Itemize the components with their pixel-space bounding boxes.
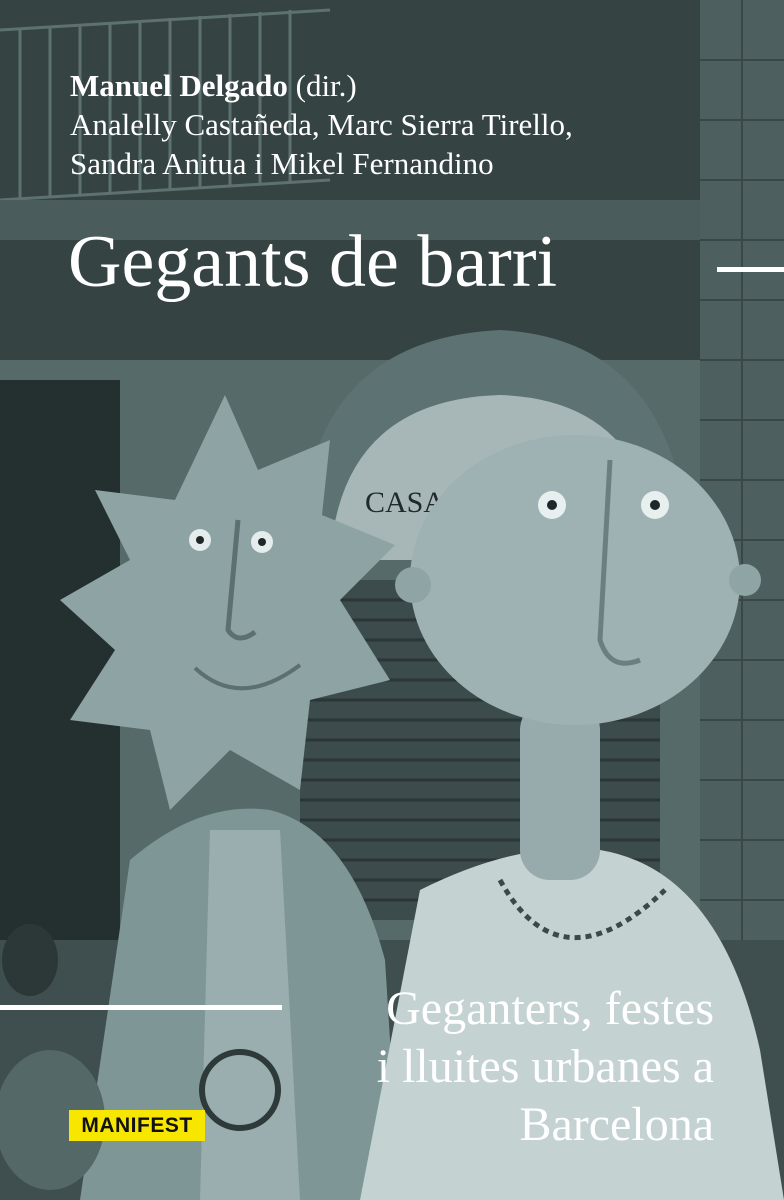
lead-author: Manuel Delgado [70,68,288,103]
subtitle-rule [0,1005,282,1010]
author-line-1: Manuel Delgado (dir.) [70,66,573,105]
moon-giant-neck [520,700,600,880]
subtitle-line-1: Geganters, festes [386,982,714,1035]
author-line-2: Analelly Castañeda, Marc Sierra Tirello, [70,107,573,142]
subtitle-line-3: Barcelona [519,1098,714,1151]
moon-giant-right-ear [729,564,761,596]
lead-author-role: (dir.) [287,68,357,103]
book-subtitle: Geganters, festes i lluites urbanes a Ba… [274,980,714,1154]
moon-giant-head [410,435,740,725]
moon-giant-left-ear [395,567,431,603]
dark-doorway [0,380,120,940]
book-cover: CASA TO Manuel Delgado (dir.) Analelly C… [0,0,784,1200]
author-list: Manuel Delgado (dir.) Analelly Castañeda… [70,66,573,183]
subtitle-line-2: i lluites urbanes a [376,1040,714,1093]
book-title: Gegants de barri [68,221,558,303]
author-line-3: Sandra Anitua i Mikel Fernandino [70,146,494,181]
spectator-head [2,924,58,996]
publisher-logo: MANIFEST [69,1110,205,1141]
title-rule [717,267,784,272]
